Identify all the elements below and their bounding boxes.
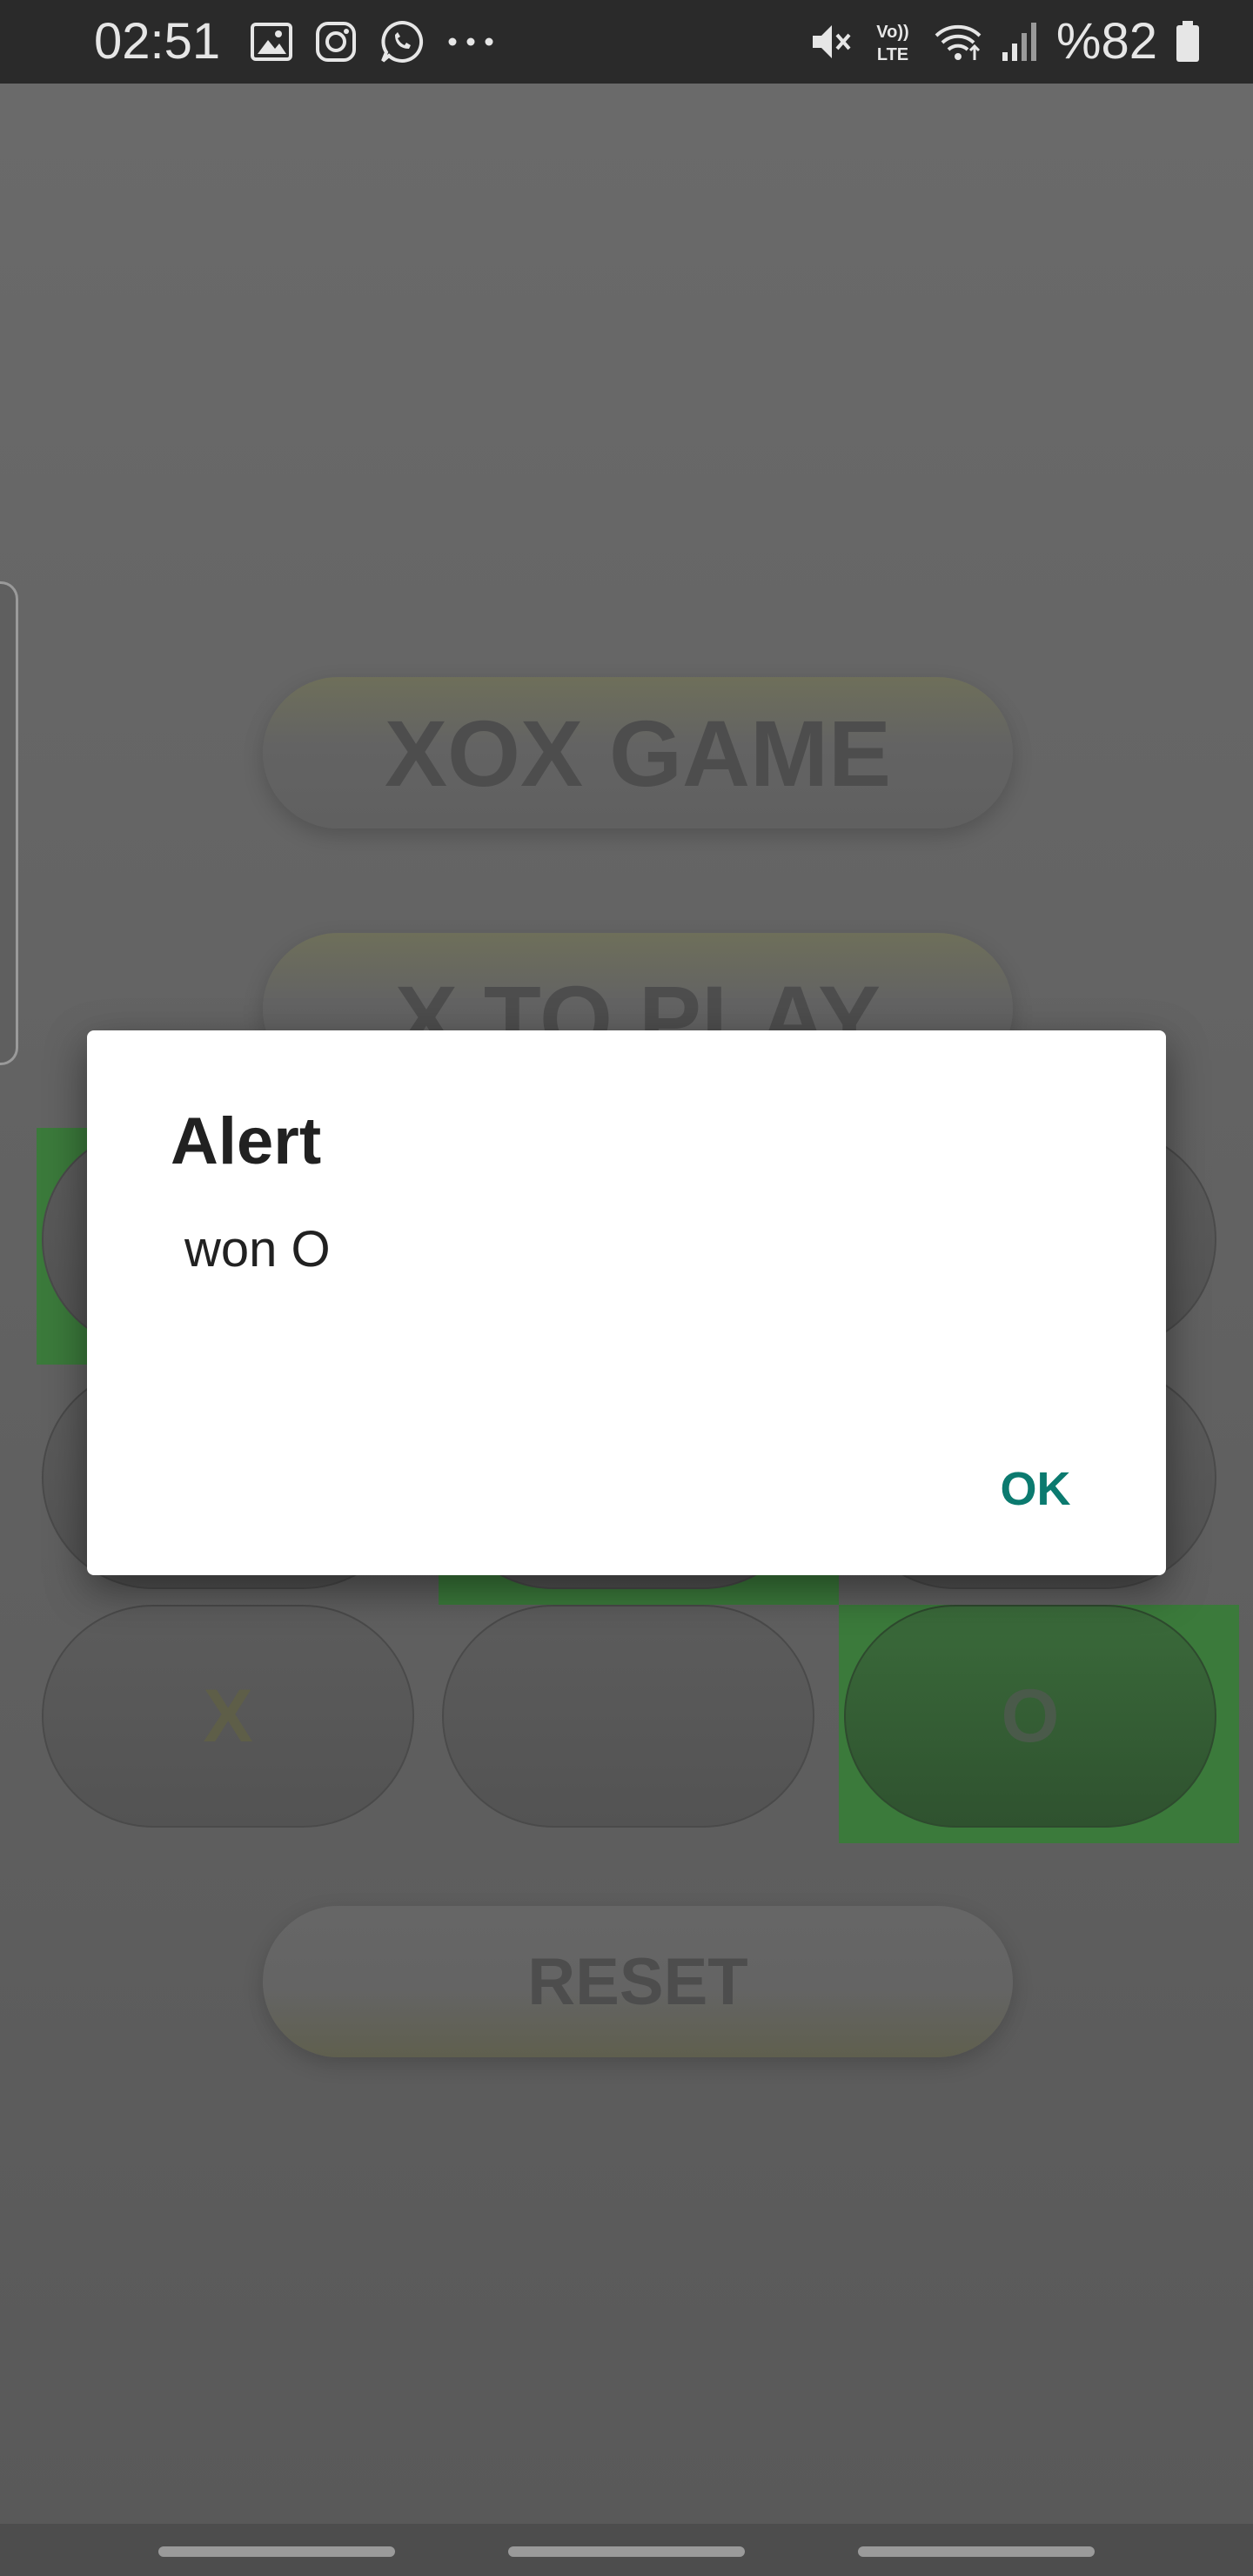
reset-button[interactable]: RESET xyxy=(263,1906,1013,2057)
gallery-icon xyxy=(251,23,292,61)
edge-panel-handle[interactable] xyxy=(0,581,18,1065)
navigation-bar xyxy=(0,2524,1253,2576)
board-cell-r3c1[interactable]: X xyxy=(42,1605,414,1828)
more-dots-icon xyxy=(447,37,494,47)
board-cell-r3c2[interactable] xyxy=(442,1605,814,1828)
dialog-title: Alert xyxy=(171,1104,322,1178)
signal-icon xyxy=(1001,21,1039,63)
home-nav-button[interactable] xyxy=(508,2546,745,2557)
whatsapp-icon xyxy=(379,19,425,64)
dialog-message: won O xyxy=(184,1221,331,1278)
back-nav-button[interactable] xyxy=(858,2546,1095,2557)
status-time: 02:51 xyxy=(94,13,221,70)
svg-text:LTE: LTE xyxy=(877,45,908,64)
svg-text:Vo)): Vo)) xyxy=(876,23,908,42)
wifi-icon xyxy=(933,20,983,64)
board-cell-r3c3[interactable]: O xyxy=(844,1605,1216,1828)
battery-percent: %82 xyxy=(1055,13,1157,70)
volte-icon: Vo)) LTE xyxy=(870,18,915,65)
game-title: XOX GAME xyxy=(263,677,1013,828)
ok-button[interactable]: OK xyxy=(957,1441,1114,1537)
alert-dialog: Alert won O OK xyxy=(87,1030,1166,1575)
battery-icon xyxy=(1175,20,1201,64)
mute-icon xyxy=(809,20,853,64)
status-bar: 02:51 Vo)) LTE %82 xyxy=(0,0,1253,84)
notification-icons xyxy=(251,19,494,64)
system-icons: Vo)) LTE %82 xyxy=(809,16,1201,68)
instagram-icon xyxy=(315,21,357,63)
recents-nav-button[interactable] xyxy=(158,2546,395,2557)
